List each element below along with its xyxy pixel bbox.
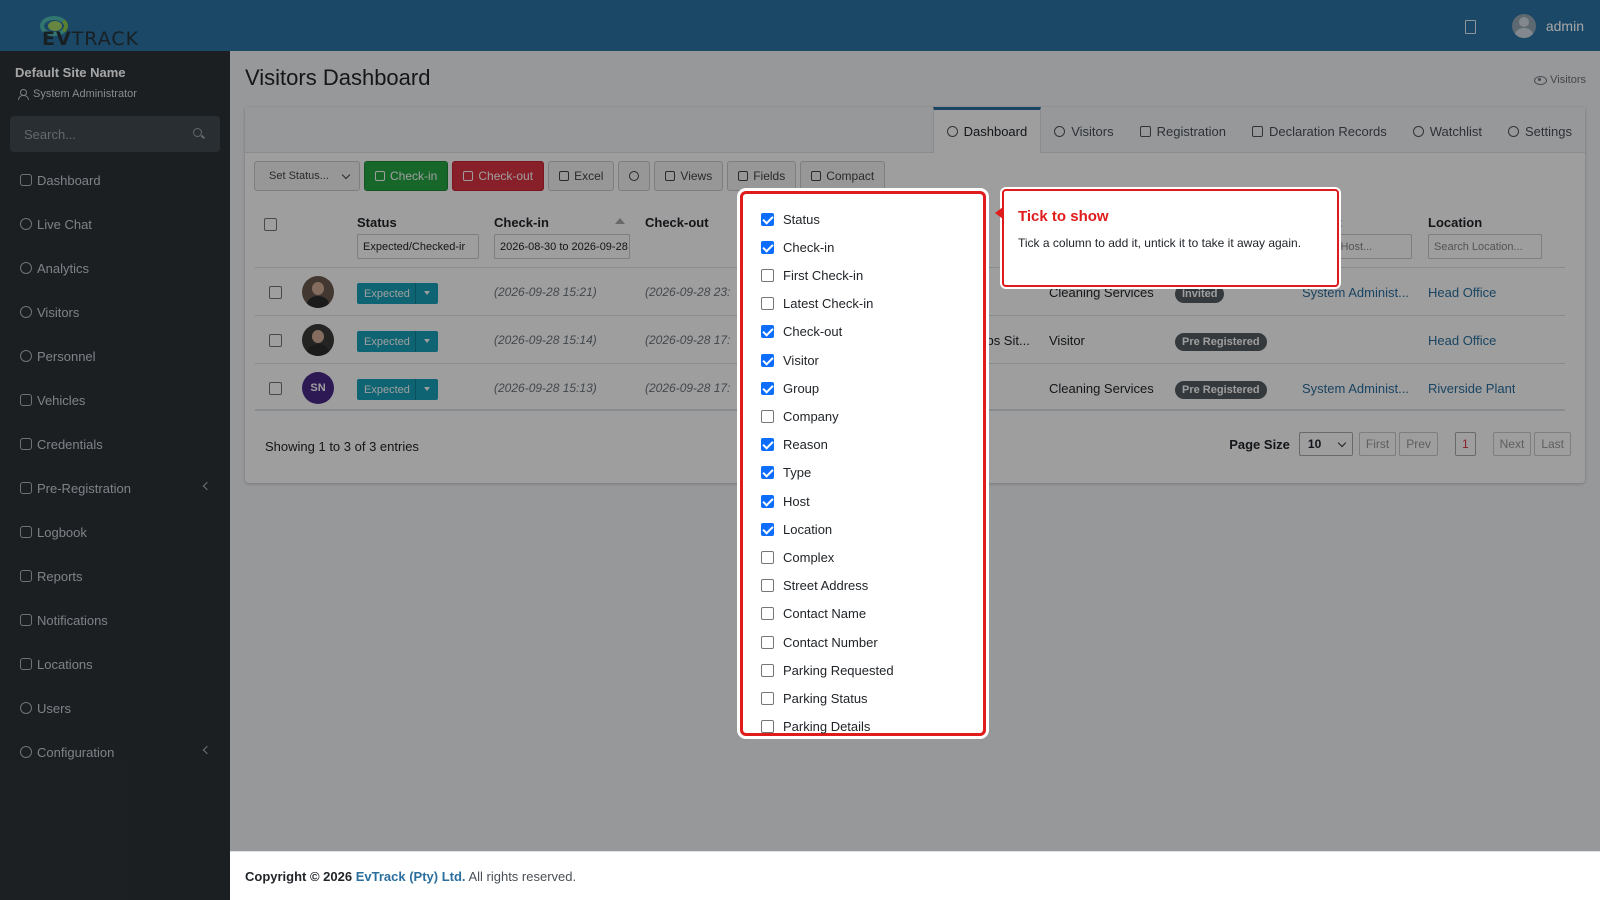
field-label: Company bbox=[783, 408, 839, 424]
field-checkbox[interactable] bbox=[761, 409, 774, 423]
field-label: Check-in bbox=[783, 239, 835, 255]
field-option-check-out[interactable]: Check-out bbox=[761, 322, 842, 342]
field-label: Visitor bbox=[783, 352, 819, 368]
field-label: Contact Name bbox=[783, 606, 867, 622]
field-checkbox[interactable] bbox=[761, 466, 774, 480]
field-checkbox[interactable] bbox=[761, 297, 774, 311]
field-label: Street Address bbox=[783, 578, 869, 594]
field-checkbox[interactable] bbox=[761, 522, 774, 536]
field-label: Parking Details bbox=[783, 719, 871, 735]
field-checkbox[interactable] bbox=[761, 550, 774, 564]
field-checkbox[interactable] bbox=[761, 691, 774, 705]
field-label: Host bbox=[783, 493, 810, 509]
field-checkbox[interactable] bbox=[761, 607, 774, 621]
field-checkbox[interactable] bbox=[761, 353, 774, 367]
field-option-status[interactable]: Status bbox=[761, 209, 820, 229]
field-option-check-in[interactable]: Check-in bbox=[761, 237, 834, 257]
tooltip-title: Tick to show bbox=[1018, 208, 1109, 225]
field-label: Check-out bbox=[783, 324, 843, 340]
field-label: Parking Requested bbox=[783, 662, 894, 678]
modal-backdrop bbox=[0, 51, 230, 900]
fields-column-chooser: Status Check-in First Check-in Latest Check… bbox=[740, 191, 986, 736]
field-checkbox[interactable] bbox=[761, 635, 774, 649]
field-option-reason[interactable]: Reason bbox=[761, 435, 828, 455]
field-checkbox[interactable] bbox=[761, 579, 774, 593]
field-checkbox[interactable] bbox=[761, 240, 774, 254]
field-checkbox[interactable] bbox=[761, 720, 774, 734]
field-checkbox[interactable] bbox=[761, 438, 774, 452]
field-label: Latest Check-in bbox=[783, 296, 874, 312]
page-footer: Copyright © 2026 EvTrack (Pty) Ltd. All … bbox=[230, 851, 1600, 900]
field-option-contact-number[interactable]: Contact Number bbox=[761, 632, 878, 652]
field-checkbox[interactable] bbox=[761, 494, 774, 508]
field-option-parking-requested[interactable]: Parking Requested bbox=[761, 660, 894, 680]
field-option-contact-name[interactable]: Contact Name bbox=[761, 604, 866, 624]
field-option-group[interactable]: Group bbox=[761, 378, 819, 398]
field-label: Parking Status bbox=[783, 690, 868, 706]
field-checkbox[interactable] bbox=[761, 325, 774, 339]
field-label: Location bbox=[783, 521, 833, 537]
field-label: Status bbox=[783, 211, 820, 227]
field-label: Type bbox=[783, 465, 812, 481]
field-checkbox[interactable] bbox=[761, 663, 774, 677]
field-option-latest-check-in[interactable]: Latest Check-in bbox=[761, 294, 873, 314]
field-checkbox[interactable] bbox=[761, 268, 774, 282]
field-label: Group bbox=[783, 380, 820, 396]
company-link[interactable]: EvTrack (Pty) Ltd. bbox=[356, 869, 466, 884]
field-checkbox[interactable] bbox=[761, 212, 774, 226]
field-option-parking-status[interactable]: Parking Status bbox=[761, 688, 868, 708]
field-label: First Check-in bbox=[783, 267, 864, 283]
tour-tooltip: Tick to show Tick a column to add it, un… bbox=[995, 189, 1339, 287]
field-option-complex[interactable]: Complex bbox=[761, 547, 834, 567]
field-option-host[interactable]: Host bbox=[761, 491, 810, 511]
tooltip-body: Tick a column to add it, untick it to ta… bbox=[1018, 236, 1302, 250]
field-label: Reason bbox=[783, 437, 828, 453]
field-option-company[interactable]: Company bbox=[761, 406, 839, 426]
field-label: Complex bbox=[783, 549, 835, 565]
field-option-parking-details[interactable]: Parking Details bbox=[761, 717, 870, 737]
field-option-street-address[interactable]: Street Address bbox=[761, 576, 868, 596]
modal-backdrop bbox=[0, 0, 1600, 51]
field-option-type[interactable]: Type bbox=[761, 463, 811, 483]
field-option-location[interactable]: Location bbox=[761, 519, 832, 539]
field-option-visitor[interactable]: Visitor bbox=[761, 350, 819, 370]
field-option-first-check-in[interactable]: First Check-in bbox=[761, 265, 863, 285]
field-checkbox[interactable] bbox=[761, 381, 774, 395]
field-label: Contact Number bbox=[783, 634, 878, 650]
